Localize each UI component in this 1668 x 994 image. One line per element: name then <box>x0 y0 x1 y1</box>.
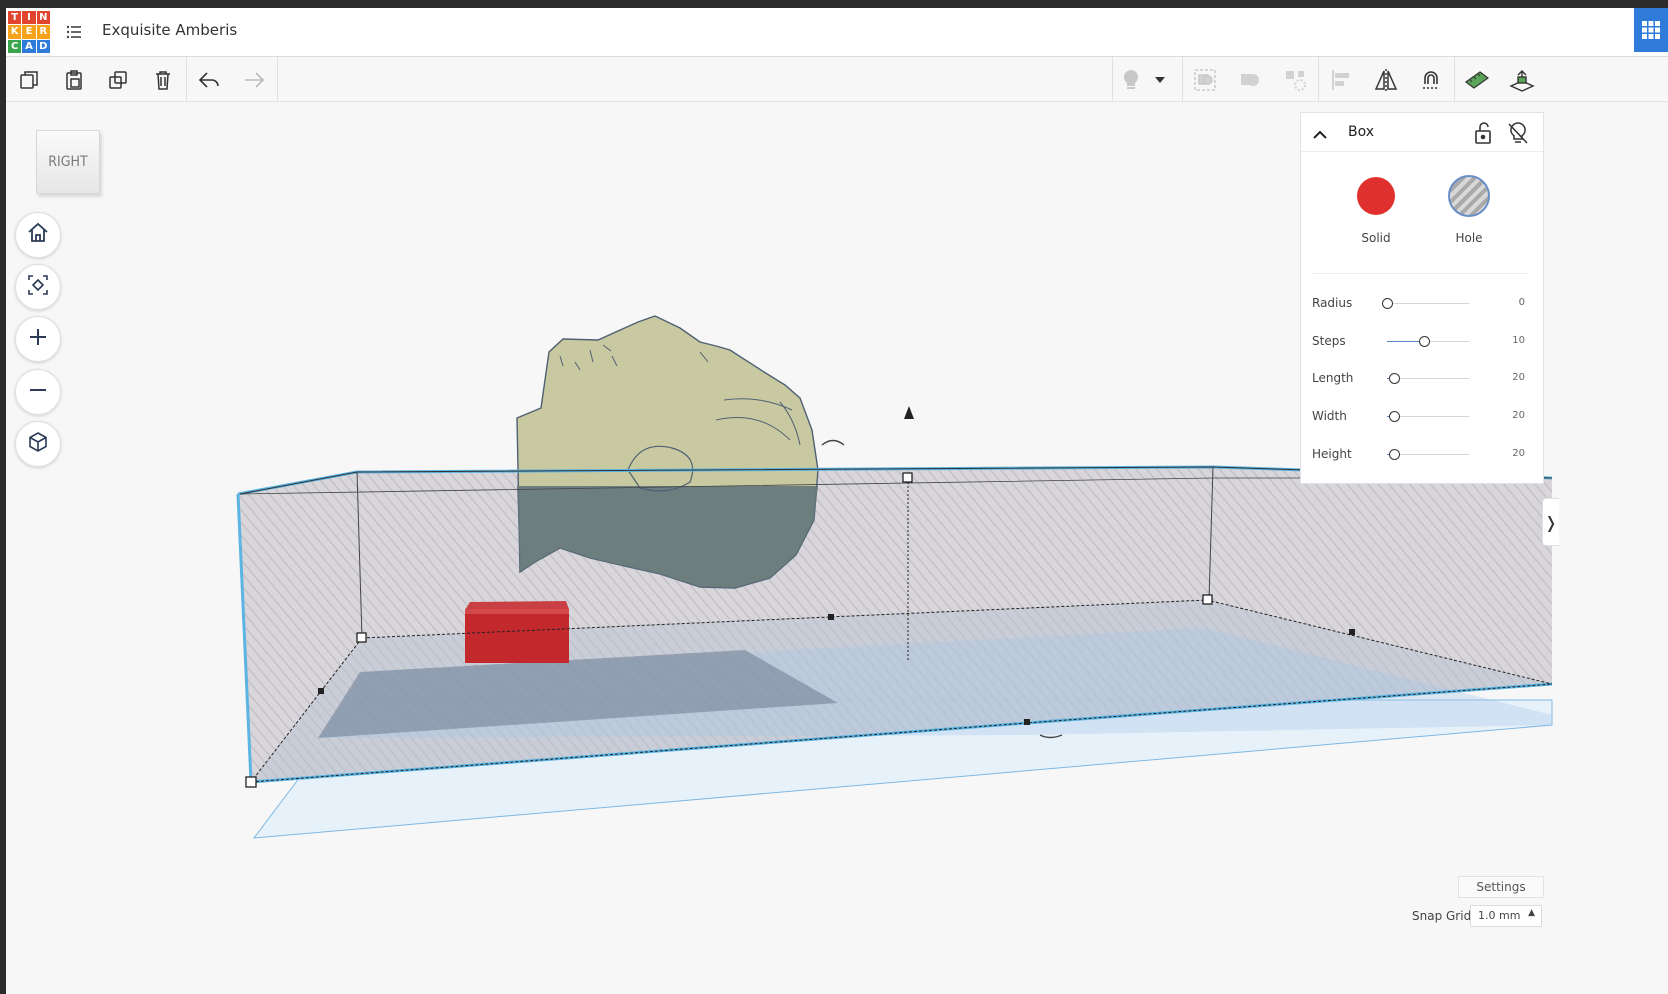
shape-name: Box <box>1348 124 1375 140</box>
perspective-cube-icon <box>26 430 50 458</box>
caret-up-icon: ▲ <box>1528 908 1535 918</box>
property-label-height: Height <box>1312 447 1352 461</box>
property-label-length: Length <box>1312 371 1354 385</box>
lift-handle-icon[interactable] <box>904 406 914 419</box>
settings-button[interactable]: Settings <box>1458 876 1544 898</box>
shape-inspector-panel: Box Solid Hole Radius 0 Steps 10 Length 20 Wid… <box>1300 112 1544 484</box>
hole-swatch[interactable] <box>1448 175 1490 217</box>
hole-label: Hole <box>1455 231 1483 245</box>
home-icon <box>26 221 50 249</box>
fit-view-button[interactable] <box>15 264 61 310</box>
property-slider-track[interactable] <box>1387 303 1469 304</box>
property-label-radius: Radius <box>1312 296 1353 310</box>
snap-grid-label: Snap Grid <box>1412 909 1472 923</box>
zoom-out-button[interactable] <box>15 369 61 415</box>
inspector-header: Box <box>1301 113 1543 152</box>
property-value-length[interactable]: 20 <box>1512 372 1525 383</box>
zoom-out-icon <box>27 379 49 405</box>
perspective-button[interactable] <box>15 421 61 467</box>
red-box-shape[interactable] <box>465 601 569 663</box>
property-label-width: Width <box>1312 409 1347 423</box>
property-slider-knob[interactable] <box>1388 411 1400 422</box>
view-cube[interactable]: RIGHT <box>36 130 100 194</box>
chevron-right-icon: ❭ <box>1544 512 1558 532</box>
collapse-chevron-icon[interactable] <box>1313 125 1327 144</box>
panel-expand-tab[interactable]: ❭ <box>1542 498 1559 546</box>
property-label-steps: Steps <box>1312 334 1346 348</box>
property-value-steps[interactable]: 10 <box>1512 335 1525 346</box>
rotate-handle-icon[interactable] <box>821 439 845 446</box>
hide-bulb-icon[interactable] <box>1507 121 1529 149</box>
zoom-in-icon <box>27 326 49 352</box>
zoom-in-button[interactable] <box>15 316 61 362</box>
property-value-width[interactable]: 20 <box>1512 410 1525 421</box>
tinkercad-editor: TINKERCAD Exquisite Amberis RIGHT Box So… <box>6 8 1668 994</box>
property-slider-knob[interactable] <box>1382 298 1393 309</box>
property-slider-knob[interactable] <box>1388 373 1400 384</box>
head-model[interactable] <box>516 315 819 589</box>
lock-icon[interactable] <box>1473 121 1495 149</box>
property-slider-knob[interactable] <box>1418 336 1430 347</box>
property-slider-knob[interactable] <box>1388 449 1400 460</box>
property-value-height[interactable]: 20 <box>1512 448 1525 459</box>
solid-color-swatch[interactable] <box>1357 177 1395 215</box>
home-view-button[interactable] <box>15 212 61 258</box>
window-top-edge <box>0 0 1668 8</box>
property-value-radius[interactable]: 0 <box>1519 297 1525 308</box>
snap-grid-select[interactable]: 1.0 mm ▲ <box>1470 905 1542 927</box>
fit-view-icon <box>26 273 50 301</box>
snap-grid-value: 1.0 mm <box>1478 909 1521 922</box>
solid-label: Solid <box>1361 231 1391 245</box>
